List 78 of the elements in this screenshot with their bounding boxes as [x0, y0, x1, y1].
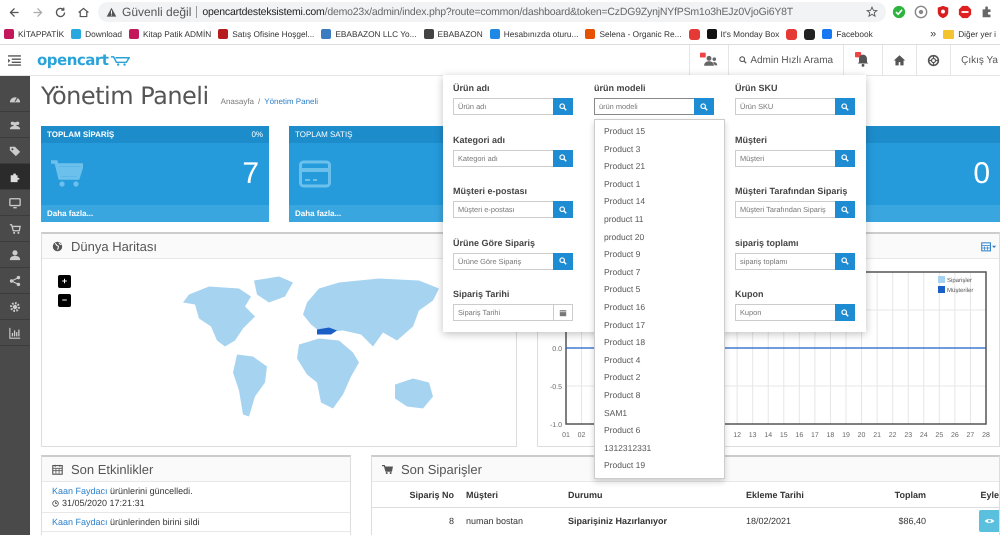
tile-value: 7	[242, 157, 259, 191]
suggestion-item[interactable]: Product 17	[595, 316, 724, 334]
column-header: Durumu	[562, 482, 740, 508]
column-header: Eyle	[932, 482, 999, 508]
field-label: Ürüne Göre Sipariş	[453, 238, 536, 248]
field-label: Müşteri	[735, 134, 768, 144]
bookmark-link[interactable]: Download	[85, 29, 122, 39]
field-label: ürün modeli	[594, 83, 646, 93]
suggestion-item[interactable]: Product 8	[595, 386, 724, 404]
bookmark-link[interactable]: It's Monday Box	[720, 29, 780, 39]
user-link[interactable]: Kaan Faydacı	[52, 486, 108, 496]
tile-title: TOPLAM SATIŞ	[295, 130, 352, 139]
activity-time: 31/05/2020 17:21:31	[62, 498, 145, 508]
table-cell: 8	[372, 508, 460, 533]
tile-percent: 0%	[251, 130, 263, 139]
suggestion-item[interactable]: SAM1	[595, 404, 724, 422]
bookmark-link[interactable]: Facebook	[836, 29, 873, 39]
bookmark-folder[interactable]: Diğer yer i	[958, 29, 996, 39]
bookmark-link[interactable]: Hesabınızda oturu...	[504, 29, 578, 39]
column-header: Sipariş No	[372, 482, 460, 508]
panel-title: Son Siparişler	[401, 462, 482, 476]
table-cell: 18/02/2021	[740, 508, 860, 533]
suggestion-item[interactable]: Product 18	[595, 334, 724, 352]
field-label: Kategori adı	[453, 134, 506, 144]
suggestion-item[interactable]: Product 14	[595, 193, 724, 211]
suggestion-item[interactable]: Product 19	[595, 457, 724, 475]
field-label: sipariş toplamı	[735, 238, 800, 248]
suggestion-item[interactable]: Product 15	[595, 123, 724, 141]
breadcrumb-link[interactable]: Yönetim Paneli	[264, 97, 318, 106]
suggestion-item[interactable]: product 20	[595, 228, 724, 246]
quick-search-link[interactable]: Admin Hızlı Arama	[739, 54, 834, 66]
suggestion-item[interactable]: 1312312331	[595, 440, 724, 458]
tile-value: 0	[973, 157, 990, 191]
table-cell: $86,40	[860, 508, 932, 533]
more-bookmarks-button[interactable]: »	[930, 28, 936, 40]
field-label: Kupon	[735, 289, 764, 299]
user-link[interactable]: Kaan Faydacı	[52, 517, 108, 527]
suggestion-item[interactable]: Product 1	[595, 176, 724, 194]
suggestion-item[interactable]: Product 21	[595, 158, 724, 176]
map-zoom-button[interactable]: +	[58, 275, 71, 288]
tile-title: TOPLAM SİPARİŞ	[47, 130, 114, 139]
panel-title: Son Etkinlikler	[71, 462, 154, 476]
suggestion-item[interactable]: Product 2	[595, 369, 724, 387]
panel-title: Dünya Haritası	[71, 238, 157, 254]
breadcrumb-separator: /	[258, 97, 260, 106]
suggestion-item[interactable]: product 11	[595, 210, 724, 229]
table-cell: numan bostan	[460, 508, 562, 533]
column-header: Toplam	[860, 482, 932, 508]
activity-text: Kaan Faydacı ürünlerinden birini sildi	[52, 517, 201, 527]
field-label: Müşteri e-postası	[453, 186, 528, 196]
bookmark-link[interactable]: Selena - Organic Re...	[599, 29, 682, 39]
map-zoom-button[interactable]: −	[58, 294, 71, 307]
bookmark-link[interactable]: Satış Ofisine Hoşgel...	[232, 29, 314, 39]
suggestion-item[interactable]: Product 5	[595, 281, 724, 299]
column-header: Ekleme Tarihi	[740, 482, 860, 508]
suggestion-item[interactable]: Product 4	[595, 352, 724, 370]
bookmark-link[interactable]: KİTAPPATİK	[18, 29, 64, 39]
breadcrumb-link[interactable]: Anasayfa	[220, 97, 254, 106]
address-field[interactable]: Güvenli değil opencartdesteksistemi.com/demo23x/admin/index.php?route=common/dashboard&token=CzDG9ZynjNYfPSm1o3hEJz0VjoGi6Y8T	[98, 2, 886, 22]
table-cell: Siparişiniz Hazırlanıyor	[562, 508, 740, 533]
field-label: Ürün adı	[453, 83, 491, 93]
bookmark-link[interactable]: EBABAZON	[438, 29, 483, 39]
activity-text: Kaan Faydacı ürünlerini güncelledi.	[52, 486, 194, 496]
security-label: Güvenli değil	[122, 5, 192, 19]
field-label: Müşteri Tarafından Sipariş	[735, 186, 848, 196]
suggestion-item[interactable]: Product 9	[595, 246, 724, 264]
field-label: Sipariş Tarihi	[453, 289, 510, 299]
logout-link[interactable]: Çıkış Ya	[961, 54, 998, 66]
column-header: Müşteri	[460, 482, 562, 508]
page-title: Yönetim Paneli	[41, 82, 209, 110]
suggestion-item[interactable]: Product 6	[595, 422, 724, 440]
suggestion-item[interactable]: Product 16	[595, 298, 724, 317]
suggestion-item[interactable]: Product 3	[595, 140, 724, 158]
field-label: Ürün SKU	[735, 83, 778, 93]
suggestion-item[interactable]: Product 7	[595, 264, 724, 282]
url-text: opencartdesteksistemi.com/demo23x/admin/index.php?route=common/dashboard&token=CzDG9ZynjNYfPSm1o3hEJz0VjoGi6Y8T	[202, 6, 794, 18]
bookmark-link[interactable]: Kitap Patik ADMİN	[143, 29, 212, 39]
bookmark-link[interactable]: EBABAZON LLC Yo...	[335, 29, 417, 39]
